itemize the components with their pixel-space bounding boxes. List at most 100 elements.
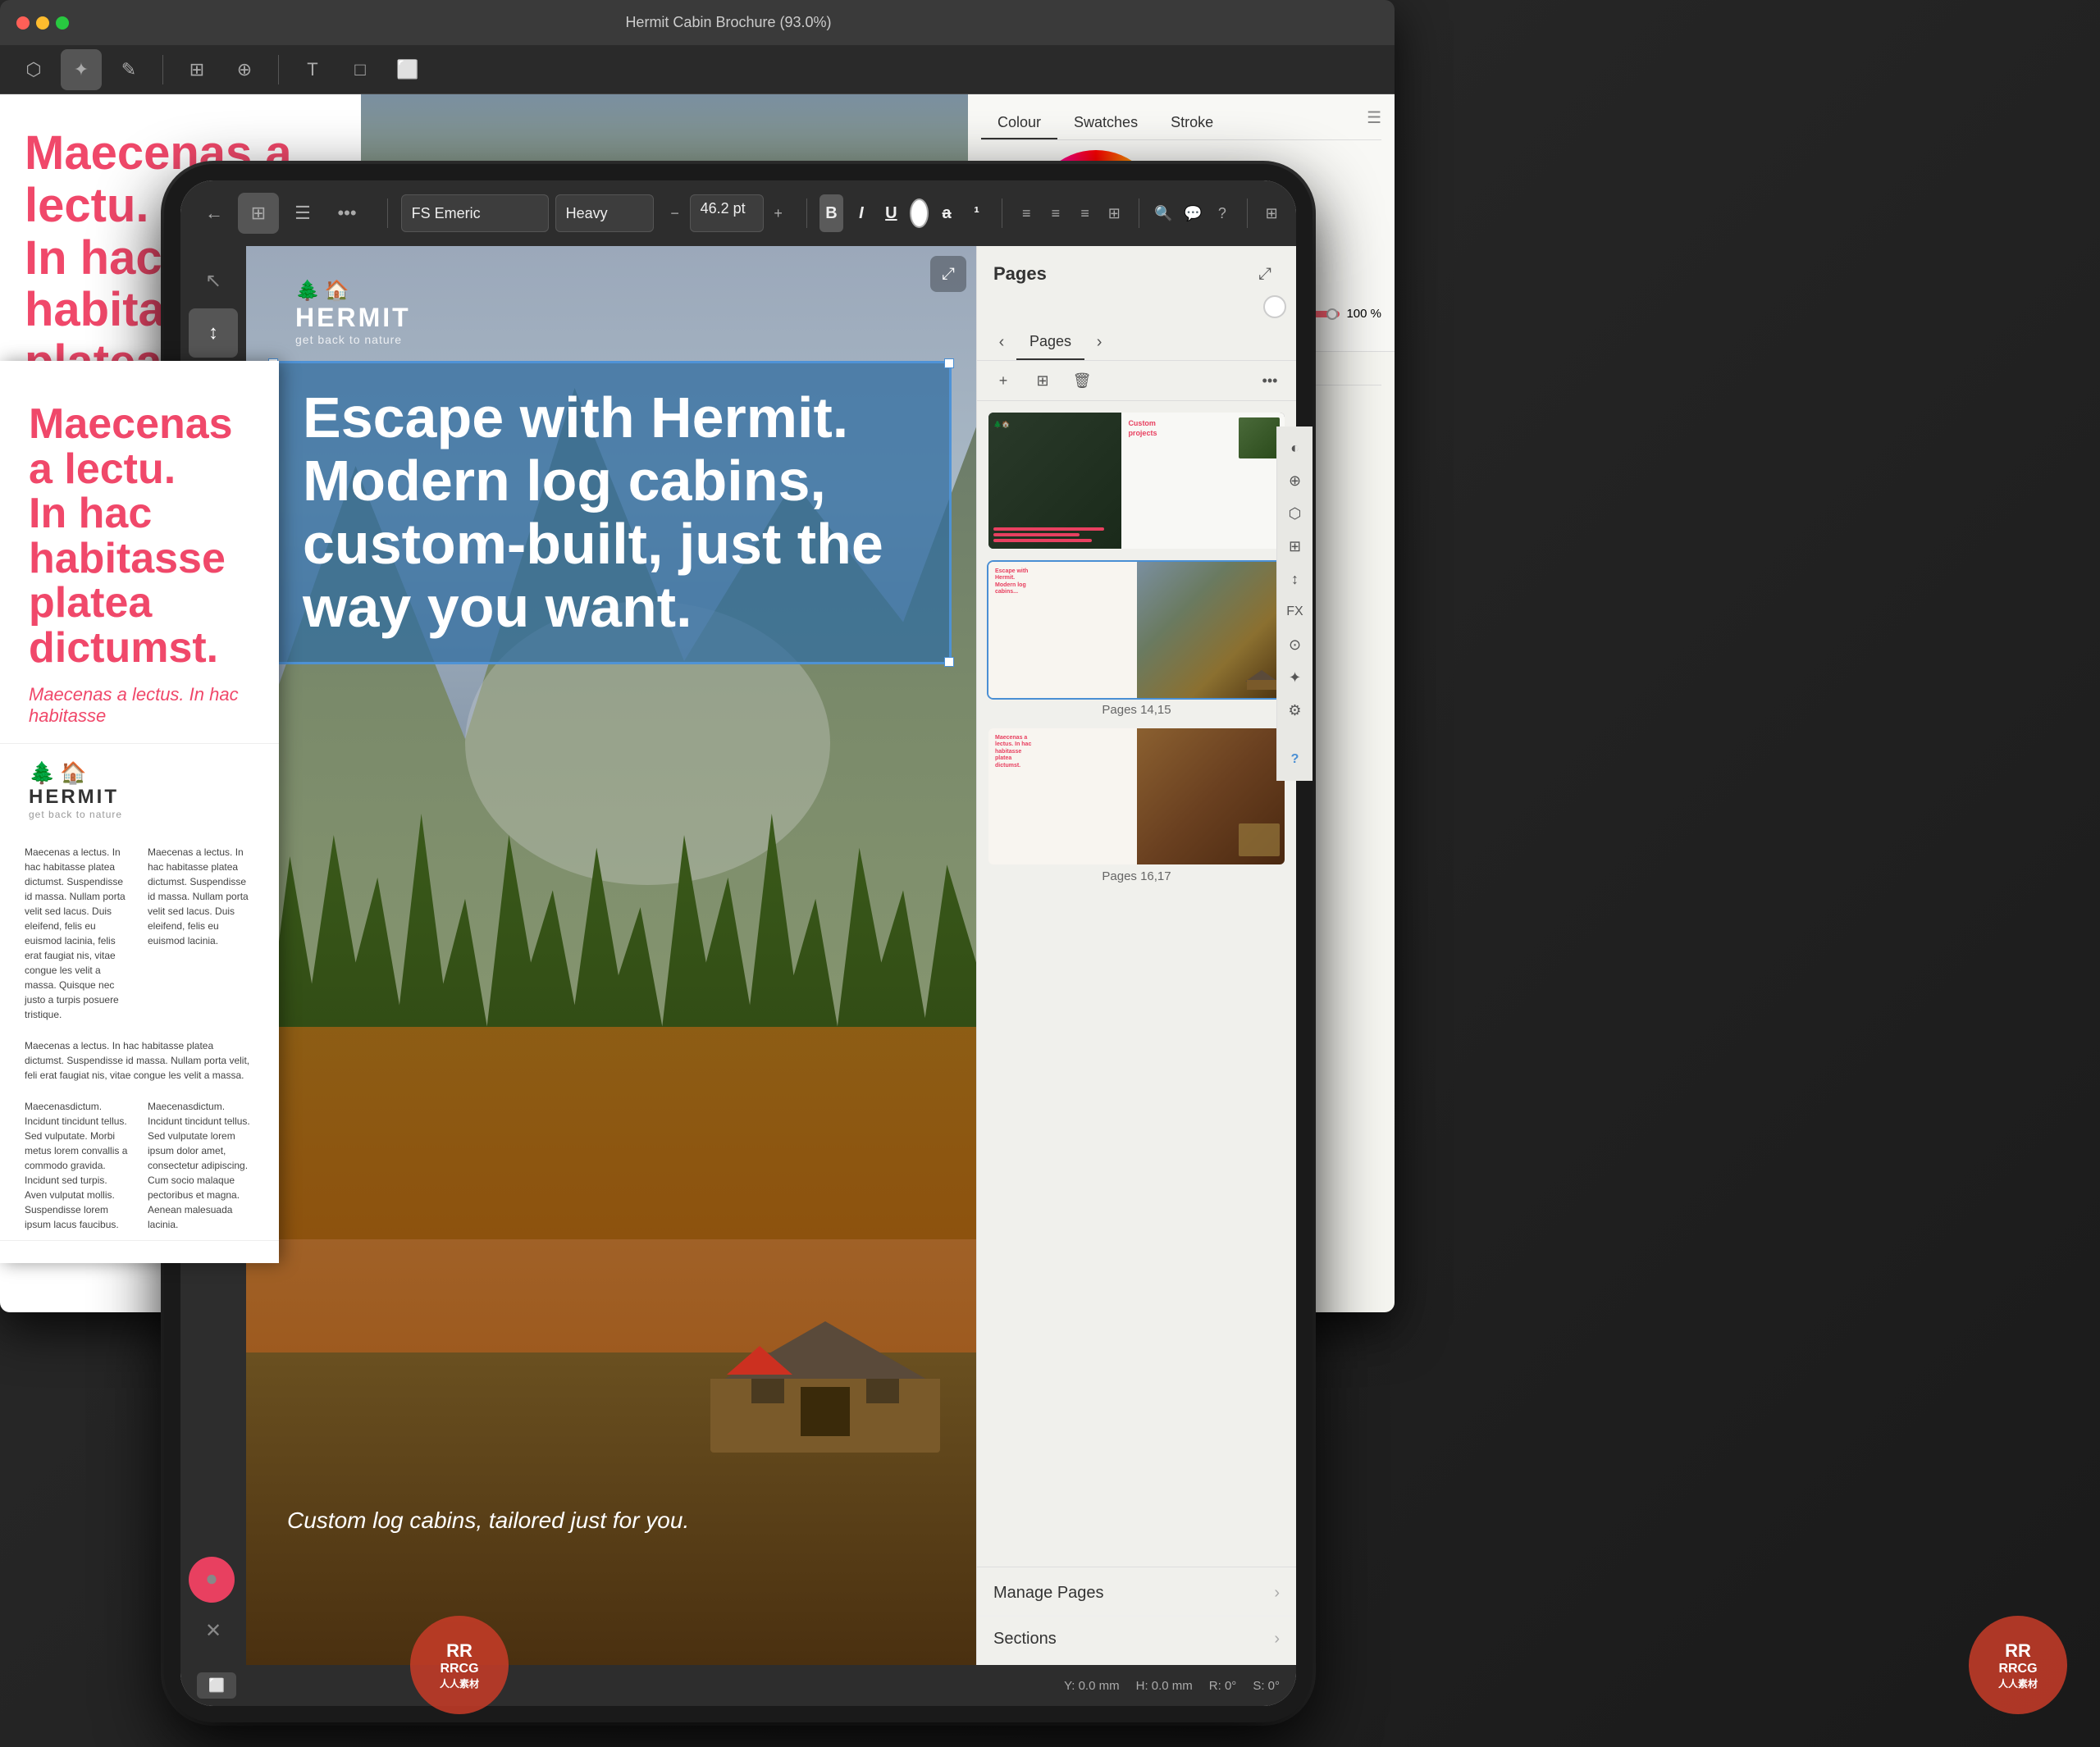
- tool-icon[interactable]: ⬡: [13, 49, 54, 90]
- img-btn[interactable]: ⬜: [387, 49, 428, 90]
- shape-btn[interactable]: □: [340, 49, 381, 90]
- colour-tab-colour[interactable]: Colour: [981, 107, 1057, 139]
- superscript-btn[interactable]: ¹: [965, 194, 988, 232]
- logo-icons: 🌲 🏠: [29, 760, 87, 786]
- pages-icon-btn[interactable]: ⊞: [238, 193, 279, 234]
- desktop-toolbar[interactable]: ⬡ ✦ ✎ ⊞ ⊕ T □ ⬜: [0, 45, 1395, 94]
- indent-btn[interactable]: ⊞: [1102, 194, 1125, 232]
- italic-btn[interactable]: I: [850, 194, 873, 232]
- minimize-button[interactable]: [36, 16, 49, 30]
- size-decrease-btn[interactable]: −: [660, 193, 690, 234]
- edit-tool-btn[interactable]: ✎: [108, 49, 149, 90]
- handle-br[interactable]: [944, 657, 954, 667]
- slider-handle[interactable]: [1326, 308, 1338, 320]
- strip-btn-7[interactable]: ✦: [1281, 663, 1297, 692]
- strip-btn-4[interactable]: ⊞: [1281, 531, 1297, 561]
- page-thumb-3[interactable]: Maecenas alectus. In hachabitasseplatead…: [987, 727, 1286, 866]
- page-template-btn[interactable]: ⊞: [1026, 366, 1059, 395]
- close-button[interactable]: [16, 16, 30, 30]
- pages-tab[interactable]: Pages: [1016, 325, 1084, 360]
- colour-tabs[interactable]: Colour Swatches Stroke ☰: [981, 107, 1381, 140]
- panel-nav: ⤢: [1250, 259, 1280, 289]
- delete-page-btn[interactable]: 🗑: [1066, 366, 1098, 395]
- tablet-frame: ← ⊞ ☰ ••• FS Emeric Heavy − 46.2 pt + B …: [164, 164, 1312, 1722]
- thumb-2-left: Escape withHermit.Modern logcabins...: [988, 562, 1137, 698]
- strip-btn-1[interactable]: ◐: [1281, 433, 1297, 463]
- font-selector[interactable]: FS Emeric: [401, 194, 549, 232]
- select-tool[interactable]: ↖: [189, 256, 238, 305]
- sections-item[interactable]: Sections ›: [977, 1617, 1296, 1662]
- left-body-text-3: Maecenas a lectus. In hac habitasse plat…: [25, 1038, 254, 1083]
- left-body-text-5: Maecenasdictum. Incidunt tincidunt tellu…: [148, 1099, 254, 1232]
- left-heading-main: Maecenas a lectu.In hac habitasseplatea …: [29, 402, 250, 671]
- colour-tab-swatches[interactable]: Swatches: [1057, 107, 1154, 139]
- size-input[interactable]: 46.2 pt: [690, 194, 764, 232]
- s-dim-label: S: 0°: [1253, 1679, 1280, 1693]
- pages-prev-btn[interactable]: ‹: [987, 328, 1016, 358]
- page-thumb-2[interactable]: Escape withHermit.Modern logcabins...: [987, 560, 1286, 700]
- select-tool-btn[interactable]: ✦: [61, 49, 102, 90]
- separator2: [278, 55, 279, 84]
- move-tool[interactable]: ↕: [189, 308, 238, 358]
- page-options-btn[interactable]: •••: [1253, 366, 1286, 395]
- pages-next-btn[interactable]: ›: [1084, 328, 1114, 358]
- window-title: Hermit Cabin Brochure (93.0%): [79, 14, 1378, 31]
- back-btn[interactable]: ←: [194, 193, 235, 234]
- fullscreen-button[interactable]: [56, 16, 69, 30]
- align-center-btn[interactable]: ≡: [1044, 194, 1067, 232]
- expand-canvas-btn[interactable]: ⤢: [930, 256, 966, 292]
- small-cabin-roof: [727, 1346, 792, 1375]
- strip-btn-fx[interactable]: FX: [1281, 597, 1297, 627]
- weight-selector[interactable]: Heavy: [555, 194, 654, 232]
- expand-panel-btn[interactable]: ⤢: [1250, 259, 1280, 289]
- left-hermit-logo: 🌲 🏠 HERMIT get back to nature: [0, 743, 279, 837]
- strip-btn-2[interactable]: ⊕: [1281, 466, 1297, 495]
- strip-btn-5[interactable]: ↕: [1281, 564, 1297, 594]
- record-btn[interactable]: ⏺: [189, 1557, 235, 1603]
- strip-btn-6[interactable]: ⊙: [1281, 630, 1297, 659]
- page-label-3: Pages 16,17: [987, 869, 1286, 883]
- more-btn[interactable]: •••: [326, 193, 368, 234]
- wm-subtext-left: 人人素材: [440, 1676, 479, 1690]
- left-page-preview: Maecenas a lectu.In hac habitasseplatea …: [0, 361, 279, 1263]
- strip-btn-8[interactable]: ⚙: [1281, 696, 1297, 725]
- list-btn[interactable]: ≡: [1074, 194, 1097, 232]
- strip-btn-3[interactable]: ⬡: [1281, 499, 1297, 528]
- comment-btn[interactable]: 💬: [1181, 194, 1204, 232]
- handle-tr[interactable]: [944, 358, 954, 368]
- underline-btn[interactable]: U: [879, 194, 902, 232]
- menu-btn[interactable]: ☰: [282, 193, 323, 234]
- align-left-btn[interactable]: ≡: [1015, 194, 1038, 232]
- text-color-circle[interactable]: [910, 198, 929, 228]
- thumb-3-inner: Maecenas alectus. In hachabitasseplatead…: [988, 728, 1285, 864]
- page-indicator-btn[interactable]: ⬜: [197, 1672, 236, 1699]
- view-btn[interactable]: ⊞: [176, 49, 217, 90]
- thumb-1-inner: 🌲🏠 Customprojects: [988, 413, 1285, 549]
- grid-view-btn[interactable]: ⊞: [1260, 194, 1283, 232]
- zoom-btn[interactable]: ⊕: [224, 49, 265, 90]
- page-thumb-1[interactable]: 🌲🏠 Customprojects: [987, 411, 1286, 550]
- help-btn[interactable]: ?: [1211, 194, 1234, 232]
- panel-title: Pages: [993, 263, 1047, 285]
- text-btn[interactable]: T: [292, 49, 333, 90]
- size-increase-btn[interactable]: +: [764, 193, 793, 234]
- thumb-group-2: Escape withHermit.Modern logcabins...: [987, 560, 1286, 717]
- strikethrough-btn[interactable]: a: [935, 194, 958, 232]
- manage-pages-item[interactable]: Manage Pages ›: [977, 1571, 1296, 1617]
- bold-btn[interactable]: B: [819, 194, 842, 232]
- watermark-circle-left: RR RRCG 人人素材: [410, 1616, 509, 1714]
- cabin-window-left: [751, 1379, 784, 1403]
- strip-btn-help[interactable]: ?: [1281, 745, 1297, 774]
- colour-menu-btn[interactable]: ☰: [1367, 107, 1381, 139]
- thumb-3-text: Maecenas alectus. In hachabitasseplatead…: [995, 735, 1130, 769]
- window-controls[interactable]: [16, 16, 69, 30]
- add-page-btn[interactable]: +: [987, 366, 1020, 395]
- colour-tab-stroke[interactable]: Stroke: [1154, 107, 1230, 139]
- size-control: − 46.2 pt +: [660, 193, 793, 234]
- log-cabin: [710, 1272, 940, 1453]
- close-tool[interactable]: ✕: [189, 1606, 238, 1655]
- app-main: ↖ ↕ T ⬦ ✒ □ ⬜ ⊞ ⬡ ⊡ ✦ ✦ 🎤 📍 ✋ ⏺ ✕: [180, 246, 1296, 1665]
- color-picker-dot[interactable]: [1263, 295, 1286, 318]
- search-text-btn[interactable]: 🔍: [1153, 194, 1176, 232]
- hero-text-box[interactable]: Escape with Hermit. Modern log cabins, c…: [271, 361, 952, 664]
